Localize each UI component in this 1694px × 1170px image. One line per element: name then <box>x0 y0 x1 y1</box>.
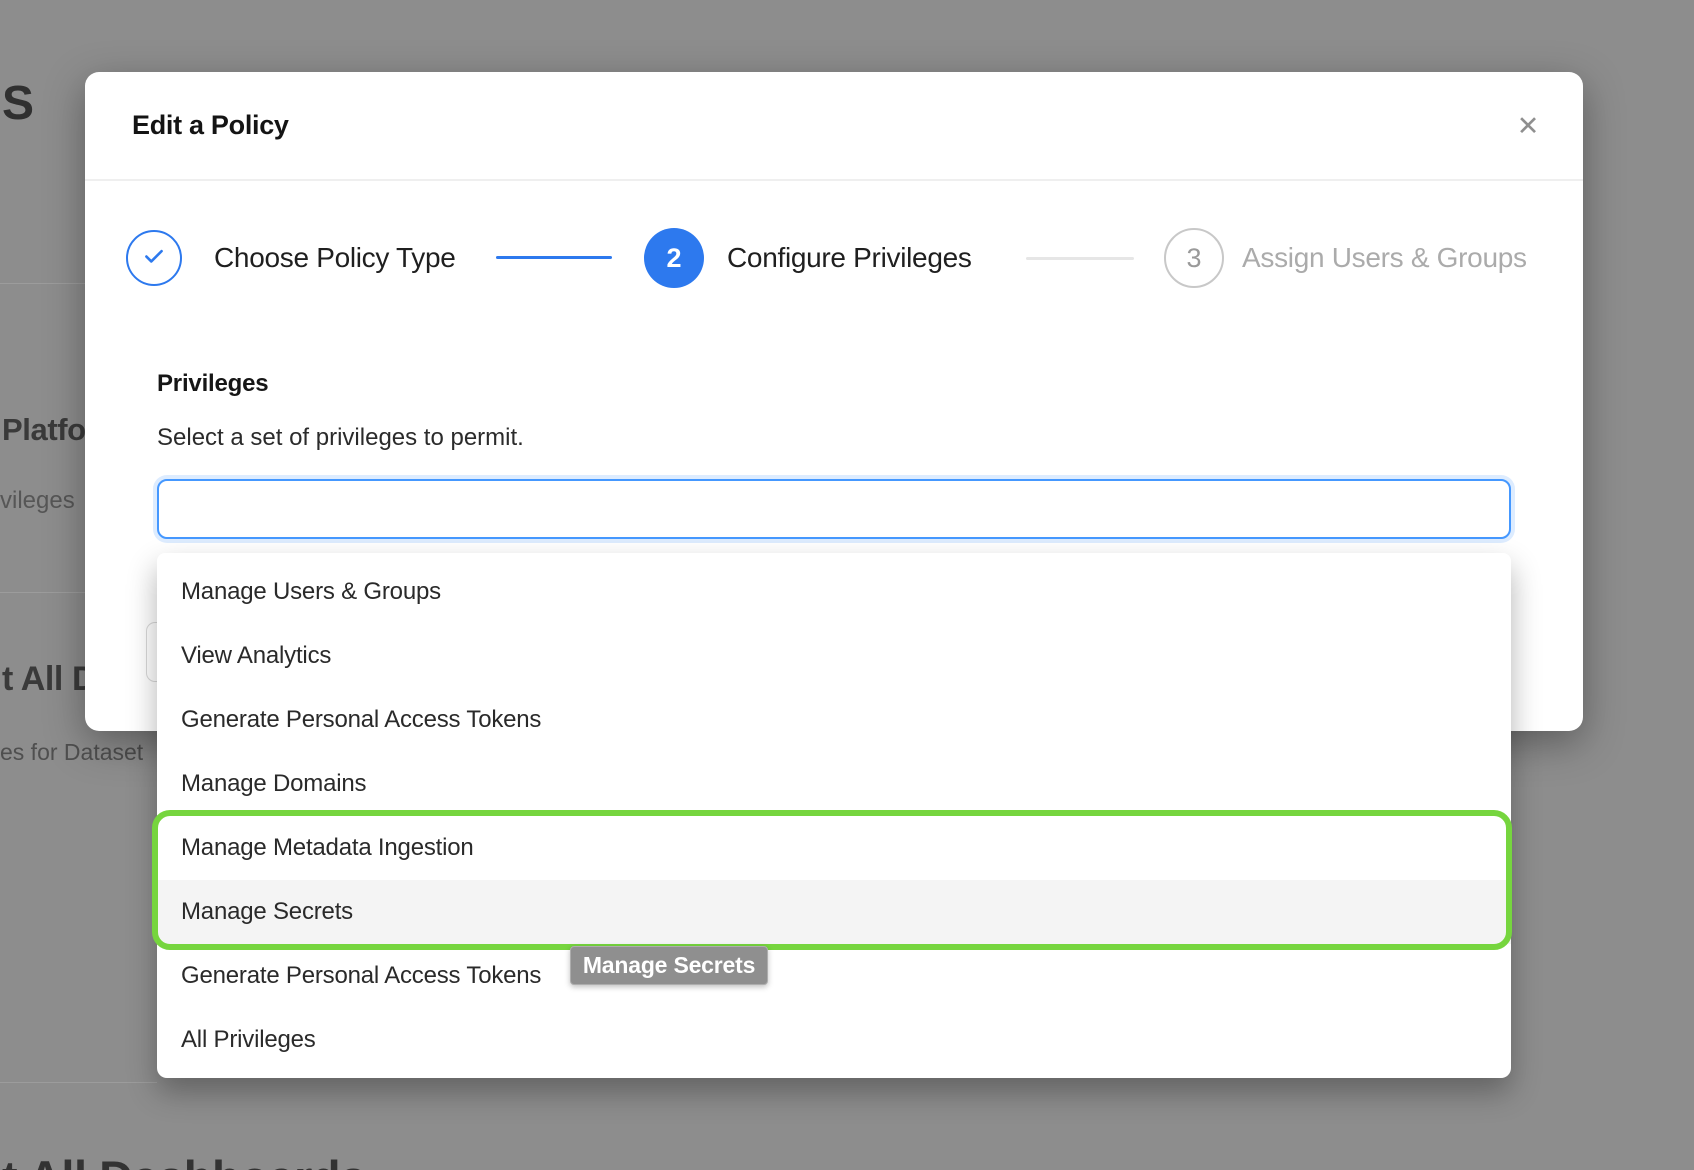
background-text-fragment: t All D <box>2 660 96 699</box>
dropdown-option-manage-metadata-ingestion[interactable]: Manage Metadata Ingestion <box>157 816 1511 880</box>
check-icon <box>141 243 167 274</box>
dropdown-option-all-privileges[interactable]: All Privileges <box>157 1008 1511 1072</box>
dropdown-option-generate-pat[interactable]: Generate Personal Access Tokens <box>157 688 1511 752</box>
privileges-heading: Privileges <box>157 370 268 398</box>
step-connector-inactive <box>1026 257 1134 260</box>
background-text-fragment: vileges <box>0 487 75 515</box>
dropdown-option-view-analytics[interactable]: View Analytics <box>157 624 1511 688</box>
step-3-indicator[interactable]: 3 <box>1164 228 1224 288</box>
background-text-fragment: es for Dataset <box>0 739 143 766</box>
privileges-description: Select a set of privileges to permit. <box>157 424 524 452</box>
background-divider <box>0 1082 157 1083</box>
manage-secrets-tooltip: Manage Secrets <box>570 946 768 985</box>
privileges-select-input[interactable] <box>157 479 1511 539</box>
background-text-fragment: S <box>2 76 34 131</box>
dropdown-option-generate-pat-2[interactable]: Generate Personal Access Tokens <box>157 944 1511 1008</box>
dropdown-option-manage-users-groups[interactable]: Manage Users & Groups <box>157 560 1511 624</box>
modal-title: Edit a Policy <box>132 110 289 141</box>
step-2-number: 2 <box>666 243 681 274</box>
step-1-label[interactable]: Choose Policy Type <box>214 242 456 274</box>
step-3-label[interactable]: Assign Users & Groups <box>1242 242 1527 274</box>
close-icon: ✕ <box>1517 111 1540 142</box>
step-1-indicator[interactable] <box>126 230 182 286</box>
step-3-number: 3 <box>1186 243 1201 274</box>
step-2-label[interactable]: Configure Privileges <box>727 242 972 274</box>
background-text-fragment: t All Dashboards <box>2 1150 366 1170</box>
privileges-dropdown: Manage Users & Groups View Analytics Gen… <box>157 553 1511 1078</box>
step-2-indicator[interactable]: 2 <box>644 228 704 288</box>
close-button[interactable]: ✕ <box>1510 108 1546 144</box>
step-connector-active <box>496 256 612 259</box>
screen: S Platform vileges t All D es for Datase… <box>0 0 1694 1170</box>
dropdown-option-manage-domains[interactable]: Manage Domains <box>157 752 1511 816</box>
header-divider <box>85 179 1583 181</box>
dropdown-option-manage-secrets[interactable]: Manage Secrets <box>157 880 1511 944</box>
